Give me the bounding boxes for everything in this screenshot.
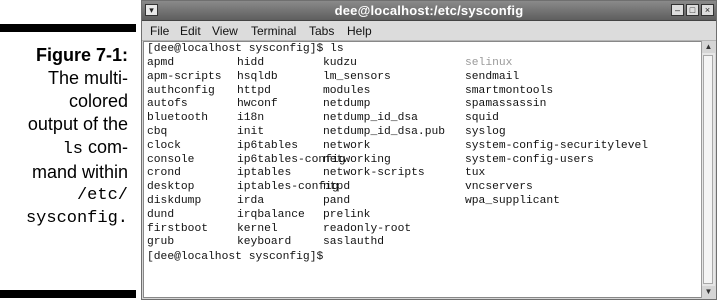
ls-entry: netdump_id_dsa [323, 112, 418, 125]
ls-entry: prelink [323, 208, 371, 221]
ls-entry: firstboot [147, 222, 209, 235]
ls-entry: ip6tables [237, 139, 299, 152]
title-bar[interactable]: ▾ dee@localhost:/etc/sysconfig – □ × [142, 1, 716, 21]
caption-line-4: ls com- [0, 136, 128, 161]
minimize-button[interactable]: – [671, 4, 684, 16]
scroll-thumb[interactable] [703, 55, 713, 284]
ls-entry: system-config-users [465, 153, 594, 166]
menu-edit[interactable]: Edit [180, 24, 201, 38]
ls-entry: saslauthd [323, 236, 385, 249]
ls-entry: irda [237, 195, 265, 207]
ls-entry: wpa_supplicant [465, 195, 560, 207]
caption-rule-top [0, 24, 136, 32]
scroll-up-icon[interactable]: ▲ [702, 41, 715, 53]
ls-entry: apm-scripts [147, 70, 222, 83]
ls-entry: networking [323, 153, 391, 166]
menu-view[interactable]: View [212, 24, 238, 38]
menu-tabs[interactable]: Tabs [309, 24, 334, 38]
ls-entry: modules [323, 84, 371, 97]
caption-path-1: /etc/ [76, 186, 128, 205]
menu-terminal[interactable]: Terminal [251, 24, 296, 38]
ls-entry: sendmail [465, 70, 520, 83]
figure-label: Figure 7-1: [35, 45, 128, 65]
menu-file[interactable]: File [150, 24, 169, 38]
menu-bar: File Edit View Terminal Tabs Help [142, 21, 716, 41]
ls-entry: syslog [465, 126, 506, 138]
ls-entry: ntpd [323, 181, 351, 194]
ls-entry: network [323, 139, 371, 152]
caption-line-3: output of the [27, 114, 128, 134]
prompt-line-end: [dee@localhost sysconfig]$ [147, 251, 324, 263]
prompt-line: [dee@localhost sysconfig]$ ls [147, 43, 344, 55]
ls-entry: console [147, 153, 195, 166]
ls-entry: netdump [323, 98, 371, 111]
ls-entry: crond [147, 167, 181, 180]
ls-entry: spamassassin [465, 98, 547, 111]
caption-rule-bottom [0, 290, 136, 298]
scroll-down-icon[interactable]: ▼ [702, 286, 715, 298]
ls-entry: kudzu [323, 57, 357, 69]
maximize-button[interactable]: □ [686, 4, 699, 16]
ls-entry: authconfig [147, 84, 215, 97]
menu-help[interactable]: Help [347, 24, 372, 38]
ls-entry: dund [147, 208, 175, 221]
ls-entry: apmd [147, 57, 175, 69]
ls-entry: irqbalance [237, 208, 305, 221]
caption-com: com- [83, 137, 128, 157]
ls-entry: lm_sensors [323, 70, 391, 83]
ls-entry: hsqldb [237, 70, 278, 83]
ls-entry: desktop [147, 181, 195, 194]
caption-line-5: mand within [31, 162, 128, 182]
ls-entry: clock [147, 139, 181, 152]
terminal-window: ▾ dee@localhost:/etc/sysconfig – □ × Fil… [141, 0, 717, 300]
ls-entry: squid [465, 112, 499, 125]
ls-entry: iptables [237, 167, 292, 180]
ls-entry: system-config-securitylevel [465, 139, 649, 152]
ls-entry: hidd [237, 57, 265, 69]
caption-path-2: sysconfig. [25, 209, 128, 228]
ls-entry: autofs [147, 98, 188, 111]
ls-entry: netdump_id_dsa.pub [323, 126, 446, 138]
caption-ls-command: ls [62, 140, 83, 159]
ls-entry: vncservers [465, 181, 533, 194]
ls-entry: cbq [147, 126, 168, 138]
ls-entry: grub [147, 236, 175, 249]
ls-entry: pand [323, 195, 351, 207]
ls-entry: diskdump [147, 195, 202, 207]
close-button[interactable]: × [701, 4, 714, 16]
ls-entry: init [237, 126, 265, 138]
ls-entry: selinux [465, 57, 513, 69]
ls-entry: hwconf [237, 98, 278, 111]
ls-entry: smartmontools [465, 84, 554, 97]
terminal-output[interactable]: [dee@localhost sysconfig]$ ls [dee@local… [143, 41, 702, 298]
vertical-scrollbar[interactable]: ▲ ▼ [701, 41, 715, 298]
ls-entry: httpd [237, 84, 271, 97]
ls-entry: bluetooth [147, 112, 209, 125]
ls-entry: i18n [237, 112, 265, 125]
ls-entry: keyboard [237, 236, 292, 249]
ls-entry: tux [465, 167, 486, 180]
ls-entry: network-scripts [323, 167, 425, 180]
window-title: dee@localhost:/etc/sysconfig [334, 3, 524, 18]
caption-line-1: The multi- [47, 68, 128, 88]
caption-line-2: colored [68, 91, 128, 111]
ls-entry: readonly-root [323, 222, 412, 235]
ls-entry: kernel [237, 222, 278, 235]
figure-caption: Figure 7-1: The multi- colored output of… [0, 44, 128, 230]
